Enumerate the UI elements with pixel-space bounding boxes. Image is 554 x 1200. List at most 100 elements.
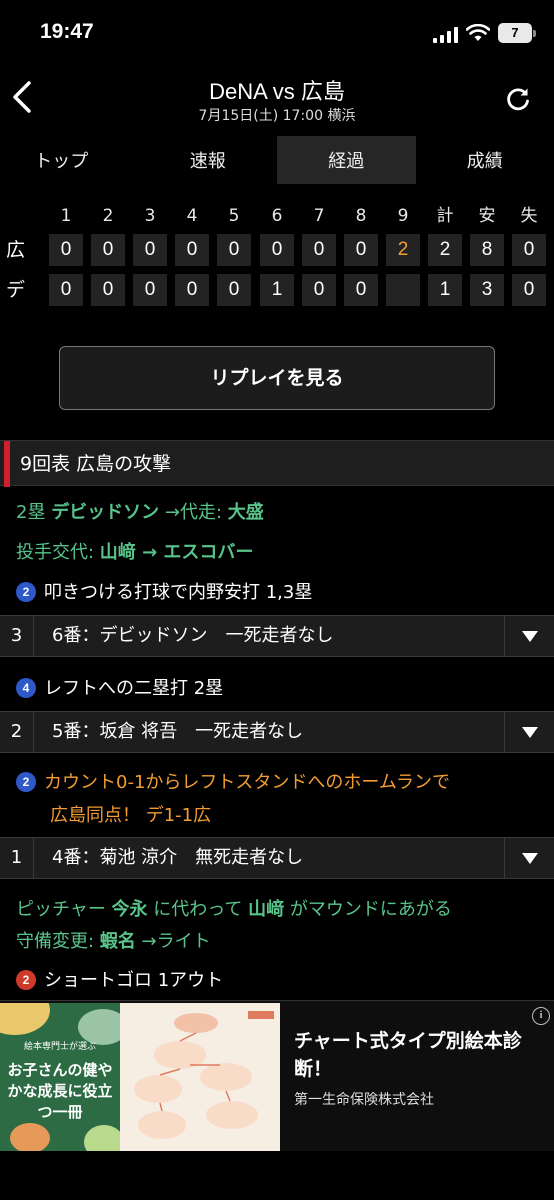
pitcher-note-a: ピッチャー <box>16 899 112 920</box>
tab-bar: トップ 速報 経過 成績 <box>0 136 554 184</box>
team-name: 広 <box>6 239 26 261</box>
batter-description: 6番：デビッドソン 一死走者なし <box>52 625 334 646</box>
pitcher-note-b: に代わって <box>147 899 249 920</box>
watch-replay-button[interactable]: リプレイを見る <box>59 346 495 410</box>
defense-change-line: 守備変更: 蝦名 →ライト <box>16 927 211 953</box>
ball-count-badge: 2 <box>16 772 36 792</box>
status-bar: 19:47 7 <box>0 0 554 66</box>
total-errors: 0 <box>512 234 546 266</box>
expand-caret-icon[interactable] <box>504 838 554 878</box>
ad-image-chart[interactable] <box>120 1003 280 1151</box>
pitcher-change-arrow: → <box>135 542 164 563</box>
scoreboard-row-dena: デ 0 0 0 0 0 1 0 0 1 3 0 <box>0 272 554 308</box>
batter-description: 4番：菊池 涼介 無死走者なし <box>52 847 304 868</box>
batter-row[interactable]: 3 6番：デビッドソン 一死走者なし <box>0 615 554 657</box>
ball-count-badge: 4 <box>16 678 36 698</box>
play-text: ショートゴロ 1アウト <box>44 970 224 991</box>
ad-image-left[interactable]: 絵本専門士が選ぶ お子さんの健やかな成長に役立つ一冊 <box>0 1003 120 1151</box>
inning-header: 6 <box>271 206 283 226</box>
tab-live[interactable]: 速報 <box>139 136 278 184</box>
score-cell: 0 <box>344 234 378 266</box>
battery-tip <box>533 30 536 37</box>
refresh-icon[interactable] <box>505 86 531 112</box>
batter-order-number: 3 <box>0 616 34 656</box>
total-hits: 8 <box>470 234 504 266</box>
ad-bottom-area <box>0 1151 554 1200</box>
scoreboard-row-hiroshima: 広 0 0 0 0 0 0 0 0 2 2 8 0 <box>0 232 554 268</box>
ad-flowchart-illustration <box>134 1011 274 1139</box>
ad-decoration <box>84 1125 120 1151</box>
total-runs: 2 <box>428 234 462 266</box>
total-errors-header: 失 <box>520 206 538 226</box>
pitcher-note-line: ピッチャー 今永 に代わって 山﨑 がマウンドにあがる <box>16 895 452 921</box>
play-text: 叩きつける打球で内野安打 1,3塁 <box>44 582 313 603</box>
score-cell: 0 <box>344 274 378 306</box>
score-cell: 0 <box>302 234 336 266</box>
runner-change-player: デビッドソン <box>51 502 160 523</box>
pitcher-change-to: エスコバー <box>163 542 254 563</box>
score-cell: 0 <box>175 234 209 266</box>
ad-decoration <box>10 1123 50 1151</box>
score-cell: 0 <box>302 274 336 306</box>
batter-row[interactable]: 2 5番：坂倉 将吾 一死走者なし <box>0 711 554 753</box>
pitcher-change-from: 山﨑 <box>99 542 136 563</box>
pitcher-change-line: 投手交代: 山﨑 → エスコバー <box>16 538 253 564</box>
pitcher-note-from: 今永 <box>111 899 148 920</box>
battery-icon: 7 <box>498 23 532 43</box>
inning-header: 4 <box>186 206 198 226</box>
team-name: デ <box>6 279 26 301</box>
runner-change-sub: 大盛 <box>227 502 264 523</box>
ad-info-icon[interactable]: i <box>532 1007 550 1025</box>
total-runs-header: 計 <box>436 206 454 226</box>
score-cell: 0 <box>260 234 294 266</box>
score-cell: 0 <box>175 274 209 306</box>
inning-header: 7 <box>313 206 325 226</box>
expand-caret-icon[interactable] <box>504 616 554 656</box>
ad-image-caption: 絵本専門士が選ぶ お子さんの健やかな成長に役立つ一冊 <box>6 1037 114 1123</box>
inning-header: 9 <box>397 206 409 226</box>
play-text: カウント0-1からレフトスタンドへのホームランで <box>44 772 450 793</box>
score-cell: 0 <box>49 274 83 306</box>
ad-banner[interactable]: 絵本専門士が選ぶ お子さんの健やかな成長に役立つ一冊 チャート式タイプ別絵本診断… <box>0 1000 554 1200</box>
inning-header: 3 <box>144 206 156 226</box>
expand-caret-icon[interactable] <box>504 712 554 752</box>
defense-prefix: 守備変更: <box>16 931 100 952</box>
ad-image-caption-small: 絵本専門士が選ぶ <box>23 1042 96 1052</box>
game-header: DeNA vs 広島 7月15日(土) 17:00 横浜 <box>0 66 554 136</box>
total-errors: 0 <box>512 274 546 306</box>
play-item-homerun: 2 カウント0-1からレフトスタンドへのホームランで <box>16 768 450 794</box>
score-cell: 0 <box>91 234 125 266</box>
runner-change-prefix: 2塁 <box>16 502 52 523</box>
ball-count-badge: 2 <box>16 970 36 990</box>
total-hits: 3 <box>470 274 504 306</box>
tab-stats[interactable]: 成績 <box>416 136 554 184</box>
defense-player: 蝦名 <box>99 931 136 952</box>
inning-accent-bar <box>4 441 10 487</box>
score-cell: 0 <box>217 234 251 266</box>
total-runs: 1 <box>428 274 462 306</box>
tab-top[interactable]: トップ <box>0 136 139 184</box>
game-datetime: 7月15日(土) 17:00 横浜 <box>198 108 356 124</box>
batter-order-number: 1 <box>0 838 34 878</box>
wifi-icon <box>466 24 490 41</box>
score-cell: 0 <box>217 274 251 306</box>
play-text-continued: 広島同点！ デ1-1広 <box>50 805 212 826</box>
batter-row[interactable]: 1 4番：菊池 涼介 無死走者なし <box>0 837 554 879</box>
score-cell: 0 <box>49 234 83 266</box>
score-cell-current: 2 <box>386 234 420 266</box>
ad-image-caption-main: お子さんの健やかな成長に役立つ一冊 <box>7 1061 113 1121</box>
inning-header: 5 <box>228 206 240 226</box>
runner-change-mid: →代走: <box>159 502 228 523</box>
status-time: 19:47 <box>40 20 94 43</box>
play-text: レフトへの二塁打 2塁 <box>44 678 224 699</box>
play-item: 2 ショートゴロ 1アウト <box>16 966 223 992</box>
inning-header: 1 <box>60 206 72 226</box>
pitcher-note-to: 山﨑 <box>248 899 285 920</box>
ball-count-badge: 2 <box>16 582 36 602</box>
ad-title[interactable]: チャート式タイプ別絵本診断！ <box>294 1027 534 1083</box>
pitcher-change-prefix: 投手交代: <box>16 542 100 563</box>
tab-progress[interactable]: 経過 <box>277 136 416 184</box>
inning-title: 9回表 広島の攻撃 <box>20 453 172 475</box>
batter-order-number: 2 <box>0 712 34 752</box>
ad-decoration <box>0 1003 50 1035</box>
